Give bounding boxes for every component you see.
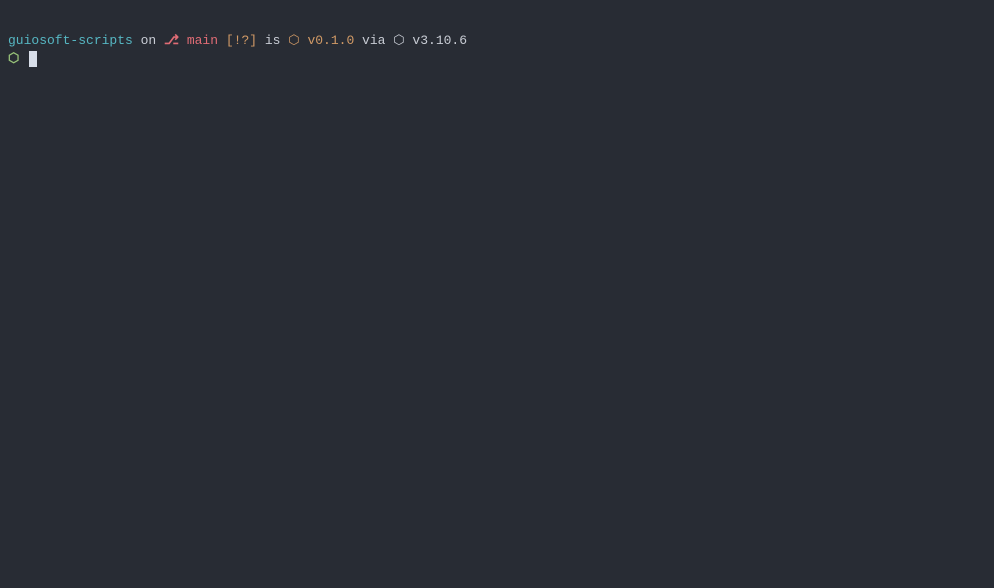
prompt-symbol: ⬡: [8, 50, 27, 68]
git-branch-name: main: [179, 32, 226, 50]
via-separator: via: [354, 32, 393, 50]
git-status-indicator: [!?]: [226, 32, 257, 50]
is-separator: is: [257, 32, 288, 50]
package-version: v0.1.0: [300, 32, 355, 50]
package-icon: ⬡: [288, 32, 299, 50]
python-version: v3.10.6: [405, 32, 467, 50]
prompt-line: guiosoft-scripts on ⎇ main [!?] is ⬡ v0.…: [8, 32, 986, 50]
git-branch-icon: ⎇: [164, 32, 179, 50]
command-input-line[interactable]: ⬡: [8, 50, 986, 68]
directory-name: guiosoft-scripts: [8, 32, 133, 50]
python-icon: ⬡: [393, 32, 404, 50]
terminal-window[interactable]: guiosoft-scripts on ⎇ main [!?] is ⬡ v0.…: [0, 0, 994, 76]
on-separator: on: [133, 32, 164, 50]
cursor: [29, 51, 37, 67]
